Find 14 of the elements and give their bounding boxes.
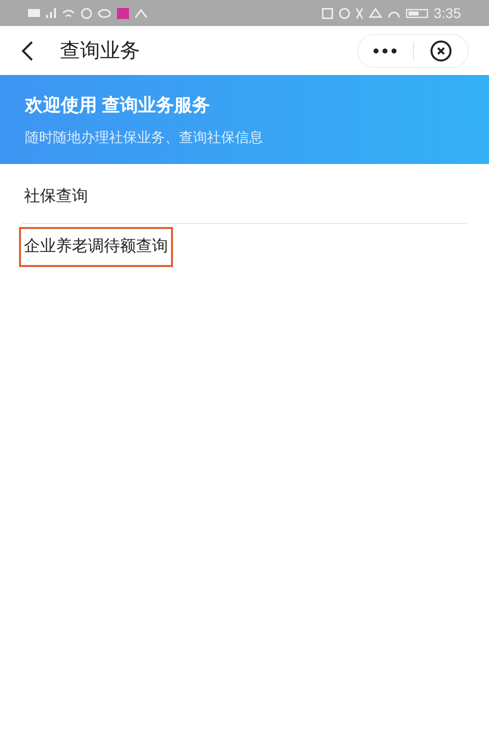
more-icon <box>373 48 398 54</box>
menu-item[interactable]: 企业养老调待额查询 <box>19 227 173 267</box>
banner-subtitle: 随时随地办理社保业务、查询社保信息 <box>25 128 264 146</box>
hd-icon <box>28 9 40 17</box>
wifi-icon <box>62 8 75 18</box>
eye-icon <box>98 8 111 18</box>
battery-icon <box>406 8 428 18</box>
status-time: 3:35 <box>434 4 461 22</box>
back-icon[interactable] <box>20 40 34 62</box>
page-title: 查询业务 <box>60 38 140 64</box>
close-icon <box>430 40 452 62</box>
banner-title: 欢迎使用 查询业务服务 <box>25 94 212 116</box>
menu-item[interactable]: 社保查询 <box>19 177 93 217</box>
signal-icon <box>46 8 56 18</box>
